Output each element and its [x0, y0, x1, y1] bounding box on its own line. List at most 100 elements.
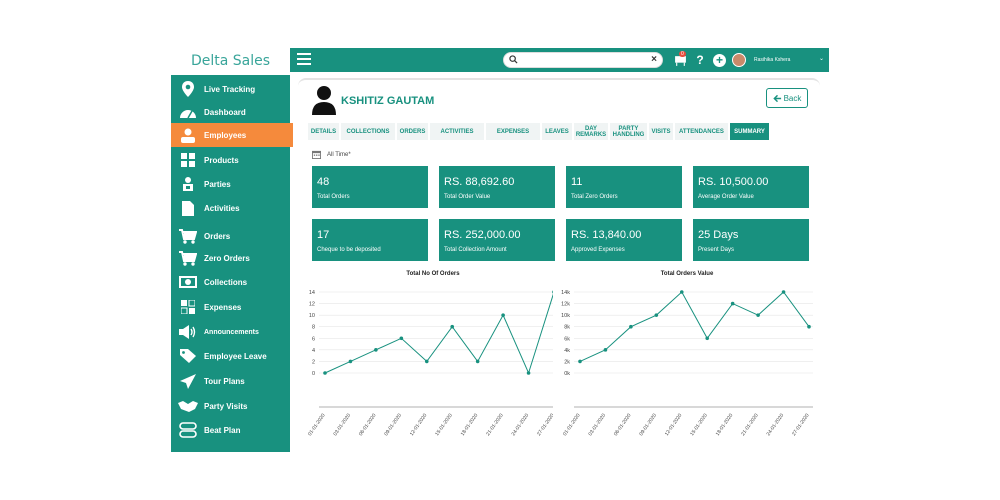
- map-pin-icon: [178, 81, 198, 97]
- tab-expenses[interactable]: EXPENSES: [486, 123, 540, 140]
- chart-title-order-value: Total Orders Value: [660, 271, 714, 277]
- sidebar-item-announcements[interactable]: Announcements: [171, 321, 290, 343]
- search-icon: [509, 55, 518, 64]
- calendar-icon: [312, 150, 321, 159]
- sidebar-item-activities[interactable]: Activities: [171, 197, 290, 219]
- data-point: [730, 301, 735, 306]
- sidebar-item-zero-orders[interactable]: Zero Orders: [171, 247, 290, 269]
- data-point: [323, 371, 327, 375]
- sidebar-item-collections[interactable]: Collections: [171, 271, 290, 293]
- tab-details[interactable]: DETAILS: [308, 123, 339, 140]
- stat-card: RS. 10,500.00 Average Order Value: [693, 166, 809, 208]
- sidebar-item-beat-plan[interactable]: Beat Plan: [171, 419, 290, 441]
- tab-attendances[interactable]: ATTENDANCES: [675, 123, 728, 140]
- sidebar-item-label: Activities: [204, 203, 240, 213]
- x-tick-label: 15-01-2020: [689, 413, 709, 438]
- x-tick-label: 09-01-2020: [638, 413, 658, 438]
- stat-card: 48 Total Orders: [312, 166, 428, 208]
- y-tick-label: 12k: [561, 302, 570, 308]
- grid-icon: [178, 152, 198, 168]
- x-tick-label: 06-01-2020: [358, 413, 378, 438]
- data-point: [475, 359, 480, 364]
- tab-day-remarks[interactable]: DAY REMARKS: [574, 123, 608, 140]
- y-tick-label: 0k: [564, 371, 570, 377]
- stat-label: Total Orders: [317, 194, 350, 200]
- chevron-down-icon[interactable]: ⌄: [819, 55, 824, 62]
- x-tick-label: 21-01-2020: [740, 413, 760, 438]
- tab-collections[interactable]: COLLECTIONS: [341, 123, 395, 140]
- sidebar-item-label: Live Tracking: [204, 84, 256, 94]
- data-point: [399, 336, 404, 341]
- sidebar-item-label: Employees: [204, 130, 247, 140]
- sidebar-item-orders[interactable]: Orders: [171, 225, 290, 247]
- add-icon[interactable]: +: [713, 53, 726, 67]
- sidebar-item-party-visits[interactable]: Party Visits: [171, 395, 290, 417]
- help-icon[interactable]: ?: [693, 53, 707, 67]
- x-tick-label: 12-01-2020: [664, 413, 684, 438]
- x-tick-label: 15-01-2020: [434, 413, 454, 438]
- stat-label: Average Order Value: [698, 194, 754, 200]
- sidebar-item-label: Beat Plan: [204, 425, 241, 435]
- tab-orders[interactable]: ORDERS: [397, 123, 428, 140]
- y-tick-label: 14k: [561, 290, 570, 296]
- sidebar-item-dashboard[interactable]: Dashboard: [171, 101, 290, 123]
- search-input[interactable]: ×: [503, 52, 663, 68]
- y-tick-label: 8k: [564, 325, 570, 331]
- y-tick-label: 10k: [561, 313, 570, 319]
- sidebar-item-label: Products: [204, 155, 239, 165]
- sidebar-item-label: Collections: [204, 277, 248, 287]
- employee-name: KSHITIZ GAUTAM: [341, 95, 435, 107]
- order-value-line-chart: 0k 2k 4k 6k 8k 10k 12k 14k 01-01-2020 03-01-2020 0…: [561, 290, 813, 438]
- sidebar-item-label: Employee Leave: [204, 351, 267, 361]
- sidebar-item-employee-leave[interactable]: Employee Leave: [171, 345, 290, 367]
- x-tick-label: 12-01-2020: [409, 413, 429, 438]
- sidebar-item-live-tracking[interactable]: Live Tracking: [171, 78, 290, 100]
- x-tick-label: 03-01-2020: [332, 413, 352, 438]
- x-tick-label: 09-01-2020: [383, 413, 403, 438]
- sidebar-item-products[interactable]: Products: [171, 149, 290, 171]
- back-button[interactable]: Back: [766, 88, 808, 108]
- user-name[interactable]: Rasihika Kshera: [754, 57, 790, 63]
- sidebar-item-expenses[interactable]: Expenses: [171, 296, 290, 318]
- menu-icon[interactable]: [297, 53, 311, 67]
- tab-party-handling[interactable]: PARTY HANDLING: [610, 123, 647, 140]
- top-bar: × ? + Rasihika Kshera 0 ⌄: [290, 48, 829, 72]
- x-tick-label: 03-01-2020: [587, 413, 607, 438]
- stat-card: 11 Total Zero Orders: [566, 166, 682, 208]
- stat-card: RS. 88,692.60 Total Order Value: [439, 166, 555, 208]
- tab-visits[interactable]: VISITS: [649, 123, 673, 140]
- sidebar-item-label: Zero Orders: [204, 253, 250, 263]
- stat-card: RS. 252,000.00 Total Collection Amount: [439, 219, 555, 261]
- y-tick-label: 14: [309, 290, 315, 296]
- gauge-icon: [178, 104, 198, 120]
- tab-activities[interactable]: ACTIVITIES: [430, 123, 484, 140]
- sidebar-item-employees[interactable]: Employees: [171, 123, 293, 147]
- stat-value: 48: [317, 176, 330, 188]
- stat-card: 25 Days Present Days: [693, 219, 809, 261]
- stat-label: Present Days: [698, 247, 735, 253]
- expense-icon: [178, 299, 198, 315]
- chart-title-orders: Total No Of Orders: [406, 271, 460, 277]
- stat-value: RS. 13,840.00: [571, 229, 642, 241]
- sidebar-item-label: Tour Plans: [204, 376, 245, 386]
- sidebar-item-tour-plans[interactable]: Tour Plans: [171, 370, 290, 392]
- notification-badge: 0: [679, 51, 686, 57]
- data-point: [679, 290, 684, 294]
- y-tick-label: 10: [309, 313, 315, 319]
- tag-icon: [178, 348, 198, 364]
- sidebar-item-label: Dashboard: [204, 107, 246, 117]
- tab-leaves[interactable]: LEAVES: [542, 123, 572, 140]
- stat-label: Total Order Value: [444, 194, 491, 200]
- y-tick-label: 6: [312, 336, 315, 342]
- date-filter[interactable]: All Time*: [312, 150, 351, 159]
- stat-label: Total Zero Orders: [571, 194, 618, 200]
- sidebar-item-parties[interactable]: Parties: [171, 173, 290, 195]
- tab-summary[interactable]: SUMMARY: [730, 123, 769, 140]
- y-tick-label: 4: [312, 348, 315, 354]
- avatar[interactable]: [732, 53, 746, 67]
- y-tick-label: 2k: [564, 359, 570, 365]
- clear-search-icon[interactable]: ×: [651, 54, 657, 65]
- y-tick-label: 12: [309, 302, 315, 308]
- x-tick-label: 27-01-2020: [791, 413, 811, 438]
- cart-icon: [178, 250, 198, 266]
